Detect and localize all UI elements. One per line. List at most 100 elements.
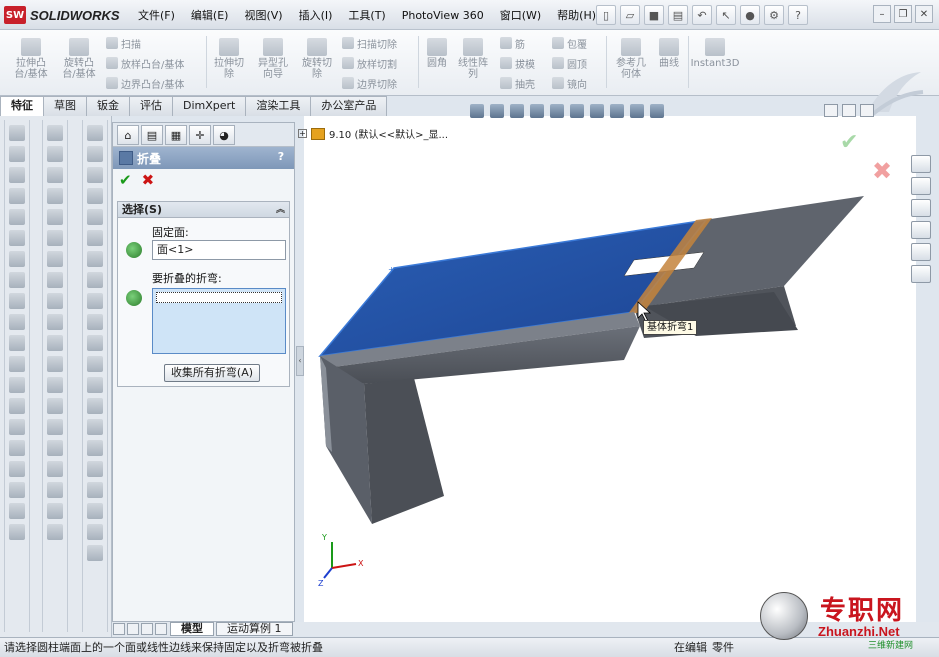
tab-evaluate[interactable]: 评估 <box>129 96 173 116</box>
select-icon[interactable]: ↖ <box>716 5 736 25</box>
zoom-to-fit-icon[interactable] <box>490 104 504 118</box>
tab-dimxpert[interactable]: DimXpert <box>172 96 247 116</box>
toolbar-tool-icon[interactable] <box>87 314 103 330</box>
toolbar-tool-icon[interactable] <box>9 377 25 393</box>
apply-scene-icon[interactable] <box>630 104 644 118</box>
toolbar-tool-icon[interactable] <box>47 377 63 393</box>
graphics-area[interactable]: + Y X Z <box>304 116 916 622</box>
toolbar-tool-icon[interactable] <box>9 356 25 372</box>
configuration-manager-tab-icon[interactable]: ▦ <box>165 125 187 145</box>
new-document-icon[interactable]: ▯ <box>596 5 616 25</box>
save-icon[interactable]: ■ <box>644 5 664 25</box>
next-tab-icon[interactable] <box>141 623 153 635</box>
toolbar-tool-icon[interactable] <box>87 398 103 414</box>
file-explorer-icon[interactable] <box>911 199 931 217</box>
ok-check-icon[interactable]: ✔ <box>119 173 132 188</box>
view-orientation-icon[interactable] <box>550 104 564 118</box>
toolbar-tool-icon[interactable] <box>87 188 103 204</box>
left-vertical-plate-front[interactable] <box>364 378 444 524</box>
toolbar-tool-icon[interactable] <box>47 524 63 540</box>
appearances-icon[interactable] <box>911 243 931 261</box>
loft-button[interactable]: 放样凸台/基体 <box>106 56 184 71</box>
tab-features[interactable]: 特征 <box>0 96 44 116</box>
toolbar-tool-icon[interactable] <box>47 272 63 288</box>
hide-show-icon[interactable] <box>590 104 604 118</box>
toolbar-tool-icon[interactable] <box>9 440 25 456</box>
toolbar-tool-icon[interactable] <box>87 167 103 183</box>
undo-icon[interactable]: ↶ <box>692 5 712 25</box>
toolbar-tool-icon[interactable] <box>9 146 25 162</box>
toolbar-tool-icon[interactable] <box>87 440 103 456</box>
toolbar-tool-icon[interactable] <box>9 524 25 540</box>
toolbar-tool-icon[interactable] <box>47 167 63 183</box>
toolbar-tool-icon[interactable] <box>87 356 103 372</box>
toolbar-tool-icon[interactable] <box>9 188 25 204</box>
toolbar-tool-icon[interactable] <box>87 482 103 498</box>
open-folder-icon[interactable]: ▱ <box>620 5 640 25</box>
cancel-x-icon[interactable]: ✖ <box>142 173 155 188</box>
reference-geometry-button[interactable]: 参考几 何体 <box>612 38 650 80</box>
flyout-feature-tree[interactable]: + 9.10 (默认<<默认>_显... <box>298 126 448 141</box>
solidworks-resources-icon[interactable] <box>911 155 931 173</box>
toolbar-tool-icon[interactable] <box>47 251 63 267</box>
extrude-cut-button[interactable]: 拉伸切 除 <box>210 38 248 80</box>
collect-all-bends-button[interactable]: 收集所有折弯(A) <box>164 364 260 382</box>
selections-group-header[interactable]: 选择(S) ︽ <box>118 202 289 218</box>
menu-edit[interactable]: 编辑(E) <box>183 7 237 25</box>
hole-wizard-button[interactable]: 异型孔 向导 <box>254 38 292 80</box>
toolbar-tool-icon[interactable] <box>9 503 25 519</box>
rib-button[interactable]: 筋 <box>500 36 525 51</box>
property-manager-tab-icon[interactable]: ▤ <box>141 125 163 145</box>
toolbar-tool-icon[interactable] <box>87 545 103 561</box>
toolbar-tool-icon[interactable] <box>9 230 25 246</box>
toolbar-tool-icon[interactable] <box>47 314 63 330</box>
toolbar-tool-icon[interactable] <box>9 419 25 435</box>
dimxpert-manager-tab-icon[interactable]: ✛ <box>189 125 211 145</box>
confirm-cancel-x-icon[interactable]: ✖ <box>872 157 892 185</box>
instant3d-button[interactable]: Instant3D <box>690 38 740 69</box>
toolbar-tool-icon[interactable] <box>87 461 103 477</box>
toolbar-tool-icon[interactable] <box>9 461 25 477</box>
toolbar-tool-icon[interactable] <box>9 293 25 309</box>
toolbar-tool-icon[interactable] <box>87 335 103 351</box>
last-tab-icon[interactable] <box>155 623 167 635</box>
toolbar-tool-icon[interactable] <box>47 335 63 351</box>
tab-office-products[interactable]: 办公室产品 <box>310 96 388 116</box>
toolbar-tool-icon[interactable] <box>9 272 25 288</box>
toolbar-tool-icon[interactable] <box>47 356 63 372</box>
loft-cut-button[interactable]: 放样切割 <box>342 56 397 71</box>
toolbar-tool-icon[interactable] <box>87 272 103 288</box>
viewport-minimize-icon[interactable] <box>824 104 838 117</box>
toolbar-tool-icon[interactable] <box>47 293 63 309</box>
collapse-chevron-icon[interactable]: ︽ <box>276 202 285 218</box>
tab-sheet-metal[interactable]: 钣金 <box>86 96 130 116</box>
custom-properties-icon[interactable] <box>911 265 931 283</box>
section-view-icon[interactable] <box>530 104 544 118</box>
dome-button[interactable]: 圆顶 <box>552 56 587 71</box>
extrude-boss-button[interactable]: 拉伸凸 台/基体 <box>12 38 50 80</box>
tab-motion-study[interactable]: 运动算例 1 <box>216 622 293 636</box>
list-selection-row[interactable] <box>156 292 282 303</box>
rebuild-icon[interactable]: ● <box>740 5 760 25</box>
menu-tools[interactable]: 工具(T) <box>340 7 393 25</box>
close-icon[interactable]: ✕ <box>915 5 933 23</box>
toolbar-tool-icon[interactable] <box>87 209 103 225</box>
toolbar-tool-icon[interactable] <box>9 167 25 183</box>
toolbar-tool-icon[interactable] <box>47 419 63 435</box>
toolbar-tool-icon[interactable] <box>47 503 63 519</box>
boundary-boss-button[interactable]: 边界凸台/基体 <box>106 76 184 91</box>
display-style-icon[interactable] <box>570 104 584 118</box>
viewport-close-icon[interactable] <box>860 104 874 117</box>
minimize-icon[interactable]: – <box>873 5 891 23</box>
menu-photoview[interactable]: PhotoView 360 <box>394 7 492 25</box>
toolbar-tool-icon[interactable] <box>9 398 25 414</box>
view-palette-icon[interactable] <box>911 221 931 239</box>
menu-insert[interactable]: 插入(I) <box>291 7 341 25</box>
toolbar-tool-icon[interactable] <box>9 125 25 141</box>
fixed-face-field[interactable]: 面<1> <box>152 240 286 260</box>
expand-icon[interactable]: + <box>298 129 307 138</box>
toolbar-tool-icon[interactable] <box>47 125 63 141</box>
menu-window[interactable]: 窗口(W) <box>492 7 549 25</box>
wrap-button[interactable]: 包覆 <box>552 36 587 51</box>
bends-to-fold-list[interactable] <box>152 288 286 354</box>
